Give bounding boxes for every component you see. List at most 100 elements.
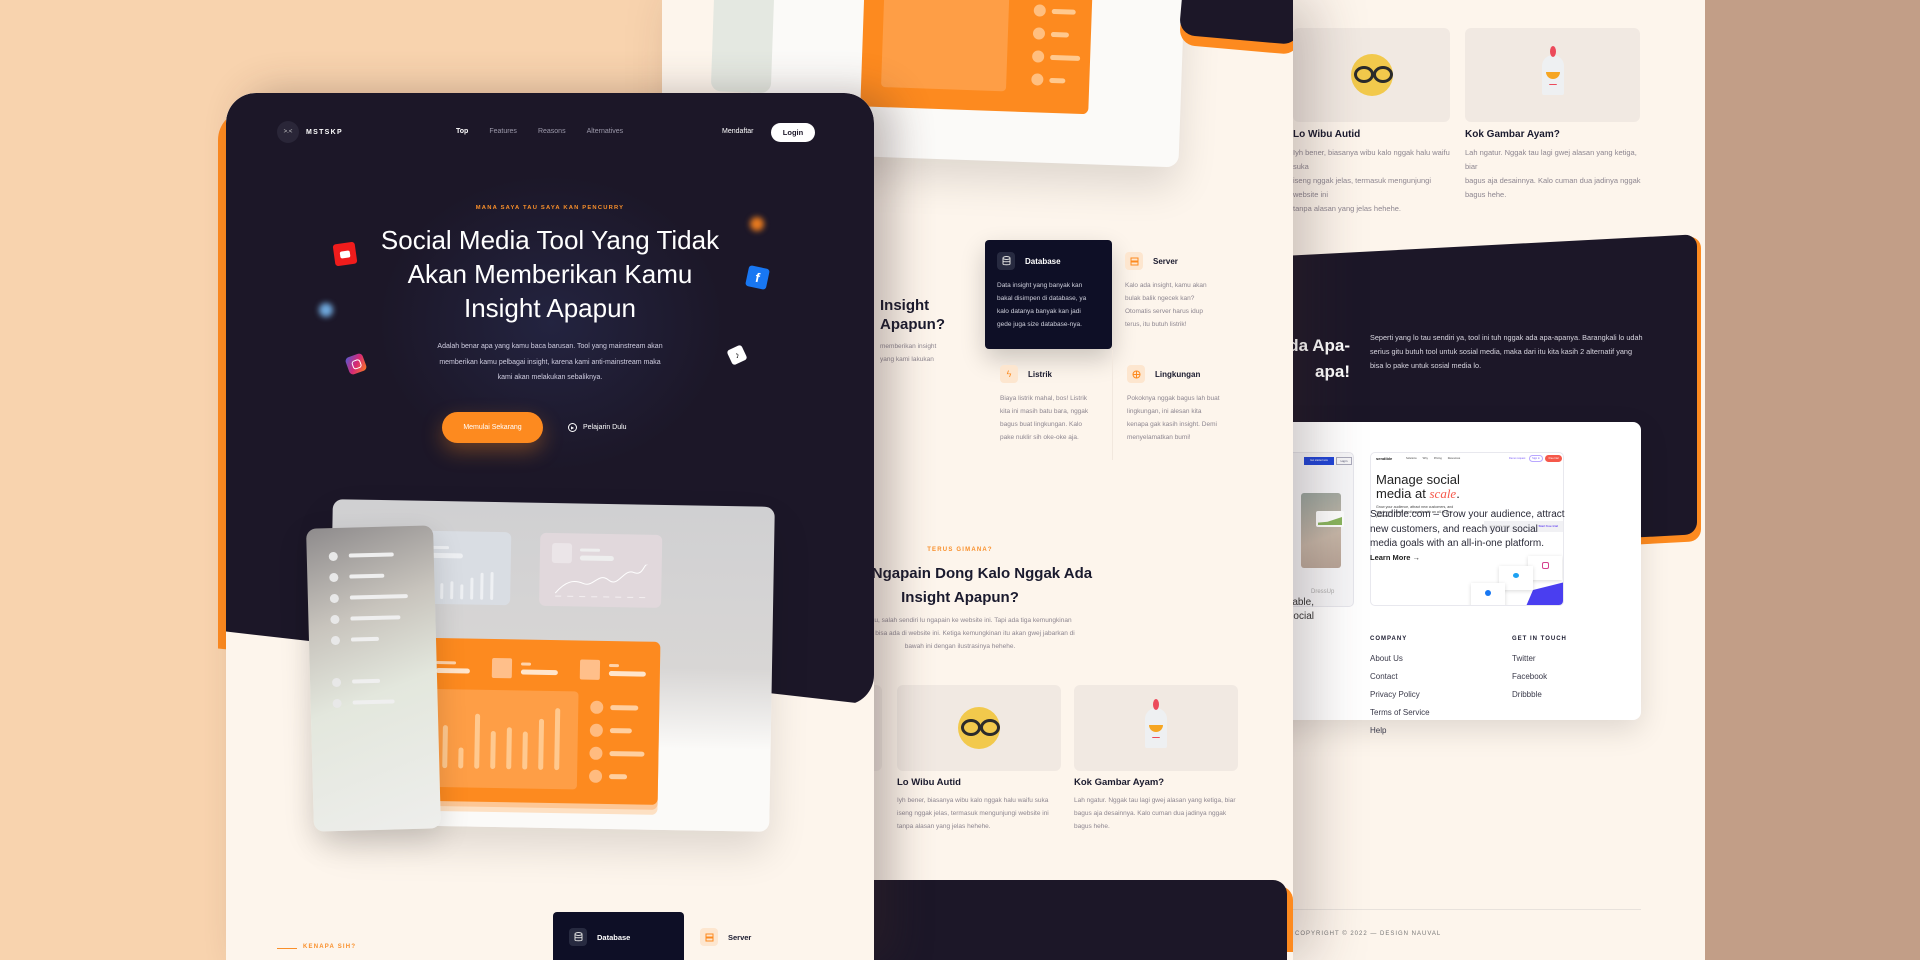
dressup-photo	[1301, 493, 1341, 568]
feature-card-database: Database	[553, 912, 684, 960]
database-icon	[997, 252, 1015, 270]
illustration-bar	[538, 718, 545, 770]
alternatives-card: Get started now Log in DressUp affordabl…	[1250, 422, 1641, 720]
card-image-nerd	[897, 685, 1061, 771]
illustration-bar	[522, 731, 528, 770]
dressup-chart	[1316, 511, 1344, 527]
nav-top[interactable]: Top	[456, 128, 468, 135]
sidebar-dot	[330, 614, 340, 625]
feature-desc: Biaya listrik mahal, bos! Listrik kita in…	[1000, 395, 1089, 441]
card-desc: Lah ngatur. Nggak tau lagi gwej alasan y…	[1074, 797, 1236, 830]
sidebar-line	[350, 636, 380, 642]
orange-glow	[750, 217, 764, 231]
sidebar-dot	[331, 677, 342, 688]
right-page: Lo Wibu Autid Iyh bener, biasanya wibu k…	[1250, 0, 1705, 960]
bottom-dark-section	[854, 880, 1287, 960]
sign-in-button[interactable]: Sign in	[1529, 455, 1543, 462]
sidebar-line	[352, 699, 395, 705]
learn-more-link[interactable]: Learn More →	[1370, 553, 1420, 562]
sendible-desc: Sendible.com – Grow your audience, attra…	[1370, 509, 1565, 549]
footer-link-dribbble[interactable]: Dribbble	[1512, 690, 1567, 699]
sidebar-dot	[328, 551, 338, 562]
sidebar-dot	[329, 593, 340, 604]
facebook-icon: f	[745, 265, 770, 290]
signup-link[interactable]: Mendaftar	[722, 128, 754, 135]
play-circle-icon: ▶	[568, 423, 577, 432]
bar-area-top	[881, 0, 1010, 92]
footer-link-twitter[interactable]: Twitter	[1512, 654, 1567, 663]
backdrop-strip	[1705, 0, 1920, 960]
illustration-bar	[506, 727, 512, 770]
feature-title: Database	[1025, 256, 1061, 266]
get-started-button[interactable]: Get started now	[1304, 457, 1334, 465]
sidebar-line	[348, 552, 394, 558]
feature-lingkungan: Lingkungan Pokoknya nggak bagus lah buat…	[1127, 365, 1247, 444]
facebook-tile	[1471, 583, 1505, 605]
logo[interactable]: >.< MSTSKP	[277, 121, 343, 143]
feature-title: Server	[728, 932, 752, 942]
instagram-tile	[1528, 556, 1562, 580]
hero-desc: Adalah benar apa yang kamu baca barusan.…	[437, 343, 663, 381]
free-trial-button[interactable]: Free trial	[1545, 455, 1562, 462]
server-icon	[700, 928, 718, 946]
illustration-bar	[490, 571, 494, 600]
sidebar-dot	[332, 698, 342, 709]
feature-server: Server Kalo ada insight, kamu akan bulak …	[1125, 252, 1245, 331]
footer-link-about[interactable]: About Us	[1370, 654, 1430, 663]
footer-link-privacy[interactable]: Privacy Policy	[1370, 690, 1430, 699]
illustration-bar	[458, 747, 464, 769]
card-desc: Iyh bener, biasanya wibu kalo nggak halu…	[1293, 148, 1450, 213]
sidebar-line	[350, 615, 401, 621]
chicken-icon	[1541, 46, 1564, 95]
sendible-logo: sendible	[1376, 456, 1393, 461]
illustration-bar	[450, 581, 454, 600]
illustration-bar	[442, 725, 448, 769]
nav-alternatives[interactable]: Alternatives	[587, 128, 624, 135]
nerd-face-icon	[1350, 54, 1393, 96]
start-now-button[interactable]: Memulai Sekarang	[442, 412, 543, 443]
card-image-nerd	[1293, 28, 1450, 122]
card-desc: Lah ngatur. Nggak tau lagi gwej alasan y…	[1465, 148, 1641, 199]
footer-link-help[interactable]: Help	[1370, 726, 1430, 735]
card-title: Kok Gambar Ayam?	[1465, 129, 1560, 140]
footer-link-facebook[interactable]: Facebook	[1512, 672, 1567, 681]
reasons-heading: Insight Apapun?	[880, 297, 945, 333]
alternatives-desc: Seperti yang lo tau sendiri ya, tool ini…	[1370, 333, 1643, 370]
feature-listrik: ϟ Listrik Biaya listrik mahal, bos! Listr…	[1000, 365, 1120, 444]
card-title: Kok Gambar Ayam?	[1074, 777, 1165, 788]
footer-link-terms[interactable]: Terms of Service	[1370, 708, 1430, 717]
sendible-nav: Solutions Why Pricing Resources	[1406, 457, 1461, 460]
login-button[interactable]: Login	[771, 123, 815, 142]
feature-card-database: Database Data insight yang banyak kan bak…	[985, 240, 1112, 349]
reason-card: Kok Gambar Ayam? Lah ngatur. Nggak tau l…	[1074, 777, 1254, 833]
illustration-bar	[480, 572, 484, 600]
learn-button[interactable]: ▶ Pelajarin Dulu	[568, 423, 627, 432]
card-image-chicken	[1465, 28, 1640, 122]
card-title: Lo Wibu Autid	[1293, 129, 1361, 140]
sidebar-dot	[329, 572, 339, 583]
dressup-login-button[interactable]: Log in	[1336, 457, 1352, 465]
feature-desc: Kalo ada insight, kamu akan bulak balik n…	[1125, 282, 1207, 328]
dressup-name: DressUp	[1311, 589, 1335, 595]
footer-link-contact[interactable]: Contact	[1370, 672, 1430, 681]
arrow-right-icon: →	[1412, 553, 1421, 562]
illustration-bar	[460, 584, 464, 600]
feature-title: Database	[597, 932, 631, 942]
nav-features[interactable]: Features	[489, 128, 517, 135]
chicken-icon	[1145, 699, 1167, 748]
demo-request-link[interactable]: Demo request	[1509, 457, 1525, 460]
youtube-icon	[332, 241, 358, 267]
feature-desc: Data insight yang banyak kan bakal disimp…	[997, 282, 1087, 328]
logo-text: MSTSKP	[306, 128, 343, 136]
nav-reasons[interactable]: Reasons	[538, 128, 566, 135]
nerd-face-icon	[958, 707, 1000, 749]
lightning-icon: ϟ	[1000, 365, 1018, 383]
card-desc: Iyh bener, biasanya wibu kalo nggak halu…	[897, 797, 1049, 830]
front-page: >.< MSTSKP Top Features Reasons Alternat…	[226, 93, 874, 960]
illustration-bar	[440, 583, 444, 600]
database-icon	[569, 928, 587, 946]
feature-title: Listrik	[1028, 369, 1053, 379]
footer-contact: GET IN TOUCH Twitter Facebook Dribbble	[1512, 636, 1567, 699]
illustration-bar	[470, 577, 474, 600]
kenapa-eyebrow: KENAPA SIH?	[303, 944, 357, 950]
